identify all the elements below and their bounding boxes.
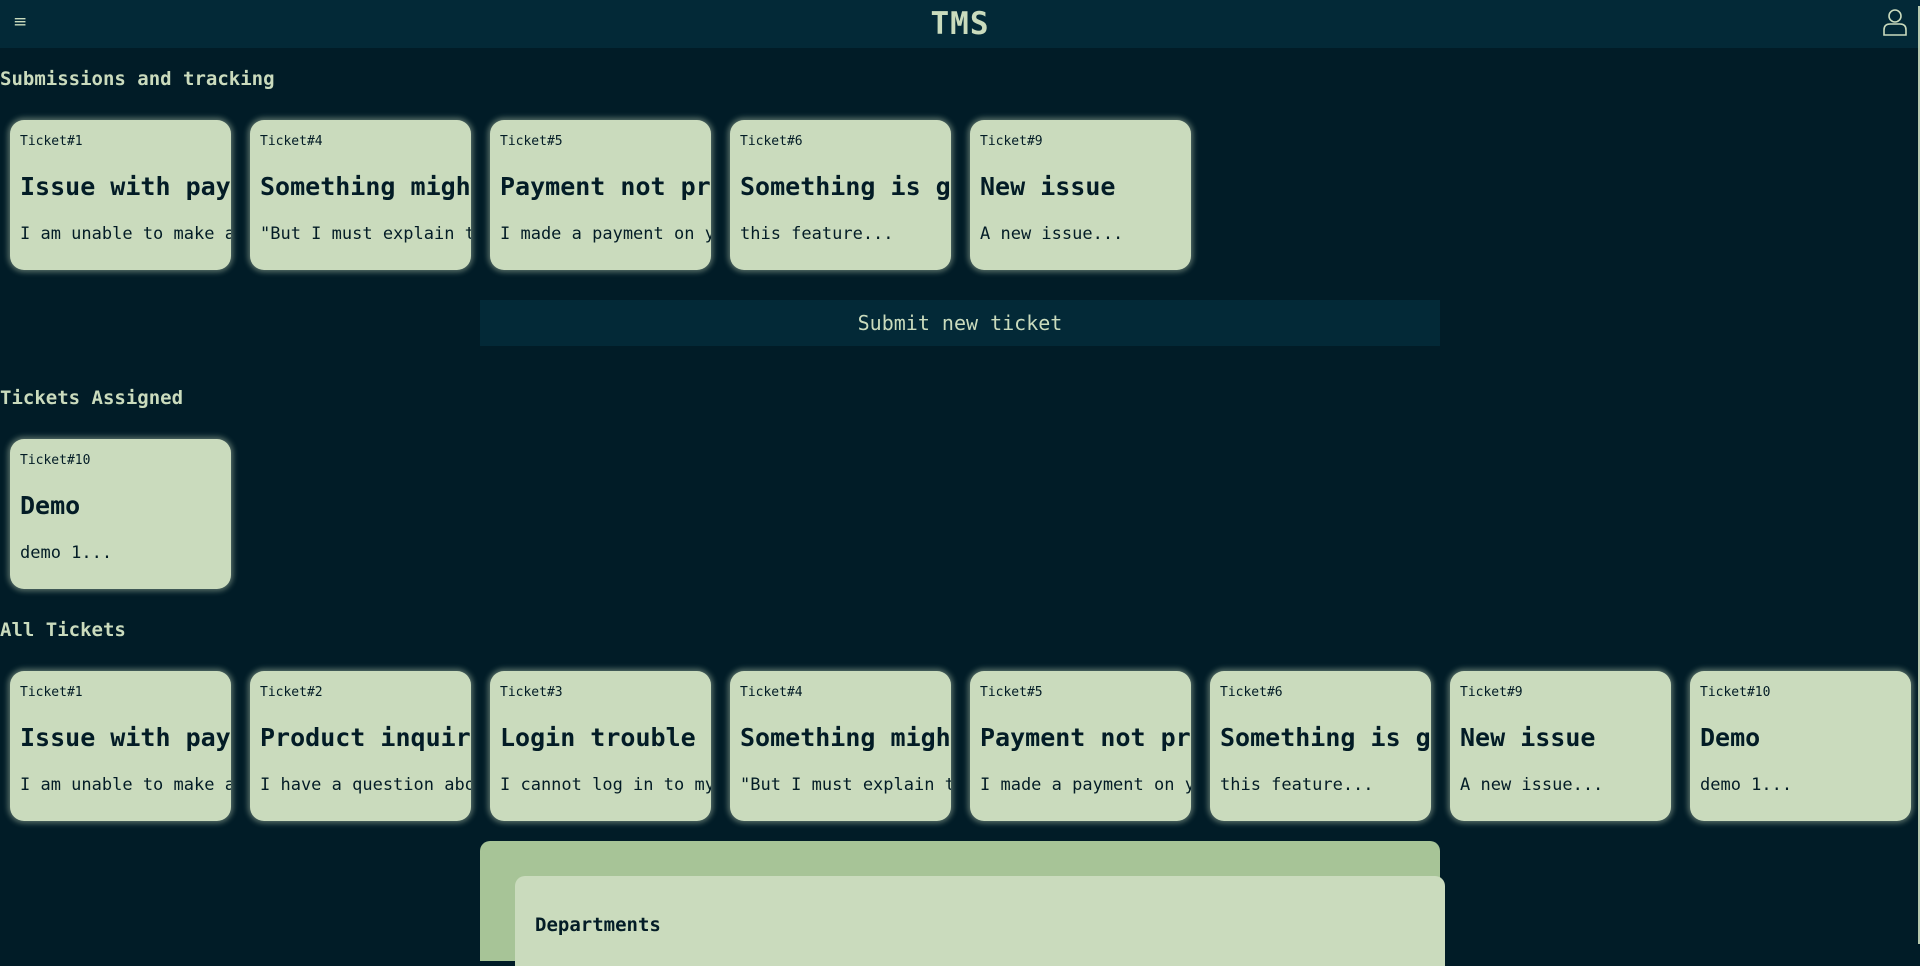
submit-new-ticket-button[interactable]: Submit new ticket xyxy=(480,300,1440,346)
ticket-id: Ticket#9 xyxy=(980,134,1043,149)
ticket-description: this feature... xyxy=(1220,775,1374,795)
ticket-title: Login trouble xyxy=(500,723,696,752)
ticket-description: I cannot log in to my xyxy=(500,775,711,795)
ticket-id: Ticket#10 xyxy=(20,453,91,468)
ticket-description: I am unable to make a xyxy=(20,224,231,244)
all-tickets-section-title: All Tickets xyxy=(0,619,126,641)
ticket-card[interactable]: Ticket#3 Login trouble I cannot log in to … xyxy=(490,671,711,821)
ticket-id: Ticket#5 xyxy=(980,685,1043,700)
app-title: TMS xyxy=(930,6,990,42)
ticket-id: Ticket#5 xyxy=(500,134,563,149)
ticket-description: demo 1... xyxy=(1700,775,1793,795)
ticket-card[interactable]: Ticket#5 Payment not pro I made a payment … xyxy=(490,120,711,270)
ticket-description: demo 1... xyxy=(20,543,113,563)
ticket-description: I have a question abou xyxy=(260,775,471,795)
ticket-card[interactable]: Ticket#10 Demo demo 1... xyxy=(10,439,231,589)
hamburger-menu-icon[interactable]: ≡ xyxy=(13,12,27,32)
ticket-card[interactable]: Ticket#5 Payment not pro I made a payment … xyxy=(970,671,1191,821)
ticket-id: Ticket#4 xyxy=(740,685,803,700)
ticket-id: Ticket#3 xyxy=(500,685,563,700)
ticket-id: Ticket#10 xyxy=(1700,685,1771,700)
ticket-card[interactable]: Ticket#4 Something might "But I must expla… xyxy=(730,671,951,821)
ticket-title: Demo xyxy=(1700,723,1761,752)
ticket-card[interactable]: Ticket#6 Something is gi this feature... xyxy=(1210,671,1431,821)
ticket-title: New issue xyxy=(980,172,1116,201)
ticket-description: A new issue... xyxy=(1460,775,1604,795)
ticket-description: this feature... xyxy=(740,224,894,244)
ticket-card[interactable]: Ticket#4 Something might "But I must expla… xyxy=(250,120,471,270)
ticket-card[interactable]: Ticket#10 Demo demo 1... xyxy=(1690,671,1911,821)
departments-card: Departments xyxy=(515,876,1445,966)
ticket-card[interactable]: Ticket#1 Issue with paym I am unable to ma… xyxy=(10,671,231,821)
ticket-title: Issue with paym xyxy=(20,723,231,752)
ticket-id: Ticket#1 xyxy=(20,134,83,149)
ticket-title: Payment not pro xyxy=(500,172,711,201)
ticket-id: Ticket#6 xyxy=(740,134,803,149)
ticket-card[interactable]: Ticket#9 New issue A new issue... xyxy=(970,120,1191,270)
departments-title: Departments xyxy=(535,914,661,936)
ticket-title: Payment not pro xyxy=(980,723,1191,752)
ticket-description: "But I must explain to xyxy=(740,775,951,795)
top-bar: ≡ TMS xyxy=(0,0,1920,48)
ticket-title: Something is gi xyxy=(740,172,951,201)
ticket-description: I made a payment on yo xyxy=(500,224,711,244)
ticket-id: Ticket#9 xyxy=(1460,685,1523,700)
ticket-card[interactable]: Ticket#2 Product inquiry I have a question… xyxy=(250,671,471,821)
assigned-section-title: Tickets Assigned xyxy=(0,387,184,409)
ticket-id: Ticket#4 xyxy=(260,134,323,149)
ticket-title: Something might xyxy=(740,723,951,752)
ticket-title: New issue xyxy=(1460,723,1596,752)
user-icon[interactable] xyxy=(1882,8,1908,36)
ticket-card[interactable]: Ticket#1 Issue with paym I am unable to ma… xyxy=(10,120,231,270)
ticket-title: Something is gi xyxy=(1220,723,1431,752)
ticket-id: Ticket#2 xyxy=(260,685,323,700)
ticket-description: I am unable to make a xyxy=(20,775,231,795)
ticket-card[interactable]: Ticket#9 New issue A new issue... xyxy=(1450,671,1671,821)
submissions-section-title: Submissions and tracking xyxy=(0,68,275,90)
ticket-description: A new issue... xyxy=(980,224,1124,244)
ticket-id: Ticket#1 xyxy=(20,685,83,700)
ticket-title: Demo xyxy=(20,491,81,520)
ticket-title: Issue with paym xyxy=(20,172,231,201)
ticket-description: "But I must explain to xyxy=(260,224,471,244)
ticket-title: Something might xyxy=(260,172,471,201)
ticket-card[interactable]: Ticket#6 Something is gi this feature... xyxy=(730,120,951,270)
ticket-description: I made a payment on yo xyxy=(980,775,1191,795)
ticket-title: Product inquiry xyxy=(260,723,471,752)
ticket-id: Ticket#6 xyxy=(1220,685,1283,700)
